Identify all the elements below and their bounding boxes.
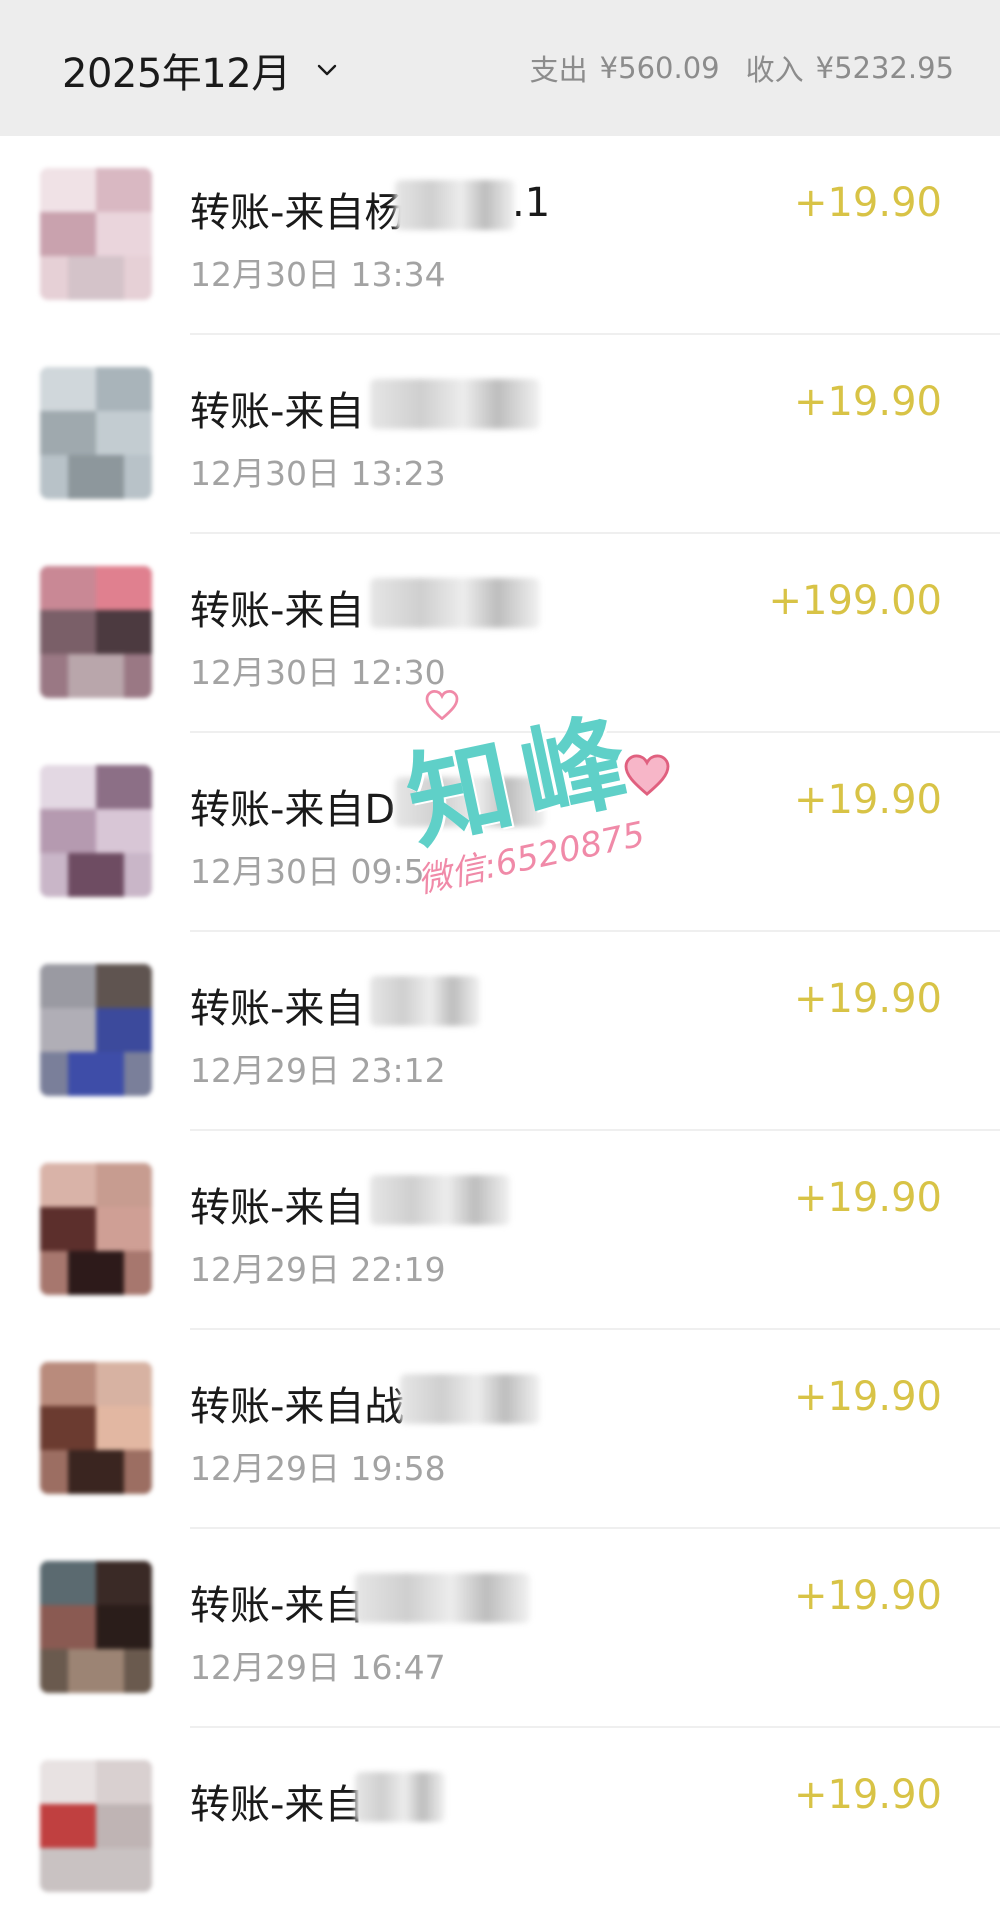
expense-label: 支出 (529, 53, 588, 87)
transaction-time: 12月30日 13:23 (190, 454, 446, 493)
transaction-time: 12月29日 23:12 (190, 1051, 446, 1090)
redaction-blur (370, 1175, 510, 1225)
avatar (40, 1561, 152, 1693)
income-value: ¥5232.95 (815, 51, 954, 85)
header: 2025年12月 支出 ¥560.09 收入 ¥5232.95 (0, 0, 1000, 136)
transaction-list: 转账-来自杨 .1 12月30日 13:34 +19.90 转账-来自 12月3… (0, 136, 1000, 1927)
redaction-blur (355, 1772, 445, 1822)
avatar (40, 1163, 152, 1295)
transaction-title: 转账-来自战 (190, 1384, 405, 1430)
transaction-title: 转账-来自 (190, 1782, 365, 1828)
avatar (40, 367, 152, 499)
avatar (40, 168, 152, 300)
transaction-time: 12月30日 12:30 (190, 653, 446, 692)
redaction-blur (395, 180, 515, 230)
transaction-amount: +19.90 (793, 379, 942, 425)
transaction-title: 转账-来自 (190, 1583, 365, 1629)
transaction-row[interactable]: 转账-来自 12月30日 12:30 +199.00 (0, 534, 1000, 733)
transaction-time: 12月29日 16:47 (190, 1648, 446, 1687)
transaction-time: 12月30日 13:34 (190, 255, 446, 294)
transaction-row[interactable]: 转账-来自 +19.90 (0, 1728, 1000, 1927)
transaction-row[interactable]: 转账-来自 12月29日 23:12 +19.90 (0, 932, 1000, 1131)
transaction-title: 转账-来自D (190, 787, 396, 833)
month-selector[interactable]: 2025年12月 (62, 42, 339, 98)
avatar (40, 964, 152, 1096)
transaction-title: 转账-来自 (190, 1185, 365, 1231)
month-summary: 支出 ¥560.09 收入 ¥5232.95 (530, 46, 954, 90)
month-label: 2025年12月 (62, 51, 291, 97)
redaction-blur (370, 379, 540, 429)
transaction-row[interactable]: 转账-来自 12月30日 13:23 +19.90 (0, 335, 1000, 534)
income-label: 收入 (745, 53, 804, 87)
redaction-blur (355, 1573, 530, 1623)
transaction-row[interactable]: 转账-来自战 12月29日 19:58 +19.90 (0, 1330, 1000, 1529)
transaction-amount: +19.90 (793, 1374, 942, 1420)
transaction-amount: +19.90 (793, 976, 942, 1022)
transaction-title: 转账-来自杨 (190, 190, 405, 236)
redaction-blur (395, 777, 545, 827)
redaction-blur (370, 976, 480, 1026)
transaction-amount: +19.90 (793, 1772, 942, 1818)
transaction-amount: +19.90 (793, 180, 942, 226)
transaction-title: 转账-来自 (190, 986, 365, 1032)
transaction-time: 12月30日 09:5 (190, 852, 425, 891)
transaction-amount: +199.00 (768, 578, 942, 624)
expense-value: ¥560.09 (599, 51, 720, 85)
transaction-time: 12月29日 19:58 (190, 1449, 446, 1488)
redaction-blur (370, 578, 540, 628)
transaction-title-suffix: .1 (512, 180, 551, 226)
transaction-amount: +19.90 (793, 777, 942, 823)
transaction-title: 转账-来自 (190, 588, 365, 634)
transaction-row[interactable]: 转账-来自杨 .1 12月30日 13:34 +19.90 (0, 136, 1000, 335)
avatar (40, 1760, 152, 1892)
chevron-down-icon (317, 64, 336, 76)
avatar (40, 1362, 152, 1494)
transaction-amount: +19.90 (793, 1573, 942, 1619)
avatar (40, 566, 152, 698)
transaction-time: 12月29日 22:19 (190, 1250, 446, 1289)
redaction-blur (400, 1374, 540, 1424)
avatar (40, 765, 152, 897)
transaction-row[interactable]: 转账-来自 12月29日 16:47 +19.90 (0, 1529, 1000, 1728)
transaction-title: 转账-来自 (190, 389, 365, 435)
transaction-row[interactable]: 转账-来自D 12月30日 09:5 +19.90 (0, 733, 1000, 932)
transaction-amount: +19.90 (793, 1175, 942, 1221)
transaction-row[interactable]: 转账-来自 12月29日 22:19 +19.90 (0, 1131, 1000, 1330)
